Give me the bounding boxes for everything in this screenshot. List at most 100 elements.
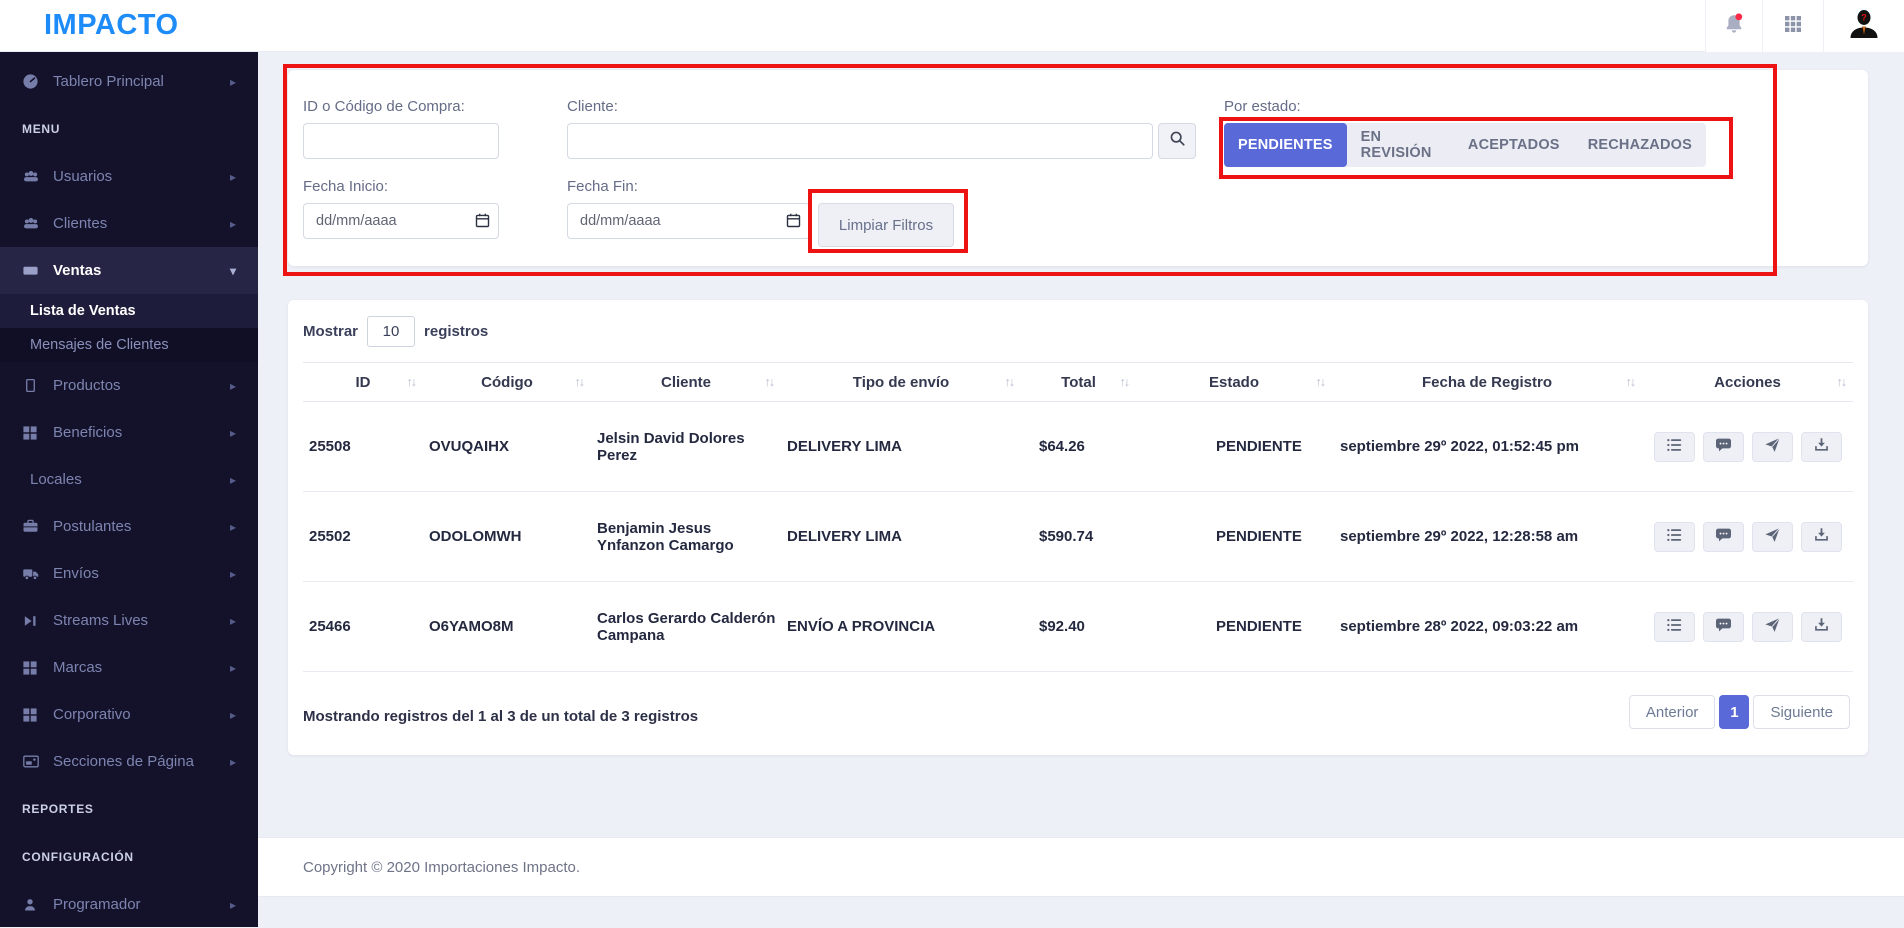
comments-button[interactable] [1702,521,1744,552]
sidebar-item-locales[interactable]: Locales ▸ [0,456,258,503]
download-icon [1812,616,1831,637]
sidebar-item-label: Clientes [53,215,108,232]
estado-tab-3[interactable]: RECHAZADOS [1574,123,1706,167]
column-header-tipo[interactable]: Tipo de envío ↑↓ [781,363,1021,401]
sidebar-item-label: Streams Lives [53,612,149,629]
cell-estado: PENDIENTE [1136,618,1332,635]
cell-codigo-value: ODOLOMWH [429,528,522,545]
sidebar-item-beneficios[interactable]: Beneficios ▸ [0,409,258,456]
sidebar-subitem-mensajes-de-clientes[interactable]: Mensajes de Clientes [0,328,258,362]
column-header-fecha[interactable]: Fecha de Registro ↑↓ [1332,363,1642,401]
id-codigo-input[interactable] [303,123,499,159]
sidebar-item-usuarios[interactable]: Usuarios ▸ [0,153,258,200]
sidebar-section-label: REPORTES [22,802,94,816]
send-button[interactable] [1751,611,1793,642]
fecha-fin-label: Fecha Fin: [567,178,638,195]
send-icon [1763,616,1782,637]
column-header-cliente[interactable]: Cliente ↑↓ [591,363,781,401]
bell-icon [1721,11,1747,42]
apps-menu-button[interactable] [1762,0,1823,52]
column-header-acciones[interactable]: Acciones ↑↓ [1642,363,1853,401]
cell-total-value: $92.40 [1039,618,1085,635]
sidebar-subitem-lista-de-ventas[interactable]: Lista de Ventas [0,294,258,328]
page-size-select[interactable]: 10 [367,316,416,347]
sidebar-item-tablero-principal[interactable]: Tablero Principal ▸ [0,58,258,105]
account-menu-button[interactable]: ? [1823,0,1904,52]
app-logo[interactable]: IMPACTO [44,9,179,42]
caret-down-icon: ▾ [229,263,236,278]
download-button[interactable] [1800,611,1842,642]
comments-button[interactable] [1702,431,1744,462]
view-details-button[interactable] [1653,521,1695,552]
cell-total: $590.74 [1021,528,1136,545]
person-icon [22,897,42,913]
apps-grid-icon [1782,13,1804,40]
pagination-page-1-button[interactable]: 1 [1719,695,1750,729]
send-button[interactable] [1751,431,1793,462]
estado-tab-label: RECHAZADOS [1587,137,1692,153]
sidebar-item-marcas[interactable]: Marcas ▸ [0,644,258,691]
sort-icon: ↑↓ [1315,375,1326,389]
sidebar-item-label: Programador [53,896,141,913]
cell-tipo_envio: DELIVERY LIMA [781,528,1021,545]
cell-estado-value: PENDIENTE [1216,618,1302,635]
cell-codigo-value: OVUQAIHX [429,438,510,455]
table-summary: Mostrando registros del 1 al 3 de un tot… [303,708,699,725]
download-button[interactable] [1800,431,1842,462]
view-details-button[interactable] [1653,431,1695,462]
estado-tab-label: PENDIENTES [1238,137,1333,153]
cell-estado: PENDIENTE [1136,528,1332,545]
comments-button[interactable] [1702,611,1744,642]
column-header-label: Cliente [660,373,711,391]
cell-id-value: 25466 [309,618,351,635]
limpiar-filtros-button[interactable]: Limpiar Filtros [818,203,954,247]
estado-tab-0[interactable]: PENDIENTES [1224,123,1347,167]
sidebar-item-corporativo[interactable]: Corporativo ▸ [0,691,258,738]
cell-cliente-value: Benjamin Jesus Ynfanzon Camargo [597,519,734,554]
column-header-total[interactable]: Total ↑↓ [1021,363,1136,401]
sidebar-item-label: Corporativo [53,706,131,723]
row-actions [1642,521,1853,552]
chat-icon [1714,616,1733,637]
cell-cliente: Carlos Gerardo Calderón Campana [591,610,781,644]
notifications-button[interactable] [1705,0,1762,52]
cell-fecha: septiembre 29º 2022, 12:28:58 am [1332,528,1642,545]
sidebar-item-label: Beneficios [53,424,123,441]
cliente-input[interactable] [567,123,1153,159]
fecha-inicio-input[interactable] [303,203,499,239]
row-actions [1642,431,1853,462]
sidebar-item-postulantes[interactable]: Postulantes ▸ [0,503,258,550]
sidebar-item-ventas[interactable]: Ventas ▾ [0,247,258,294]
column-header-id[interactable]: ID ↑↓ [303,363,423,401]
fecha-fin-field [567,203,810,239]
sales-table: ID ↑↓ Código ↑↓ Cliente ↑↓ Tipo de envío ↑↓ Tota… [303,362,1853,672]
sidebar-item-clientes[interactable]: Clientes ▸ [0,200,258,247]
search-button[interactable] [1158,123,1196,159]
pagination-prev-button[interactable]: Anterior [1628,695,1716,729]
pagination-next-button[interactable]: Siguiente [1753,695,1850,729]
sidebar-item-envios[interactable]: Envíos ▸ [0,550,258,597]
sidebar-item-secciones-de-pagina[interactable]: Secciones de Página ▸ [0,738,258,785]
sidebar-section-configuracion: CONFIGURACIÓN [0,833,258,881]
sidebar-item-programador[interactable]: Programador ▸ [0,881,258,928]
estado-tab-1[interactable]: EN REVISIÓN [1347,123,1454,167]
sidebar-item-productos[interactable]: Productos ▸ [0,362,258,409]
chevron-right-icon: ▸ [229,472,236,487]
cell-fecha-value: septiembre 28º 2022, 09:03:22 am [1340,618,1579,635]
cell-fecha-value: septiembre 29º 2022, 12:28:58 am [1340,528,1579,545]
view-details-button[interactable] [1653,611,1695,642]
list-icon [1664,616,1684,637]
sidebar-section-label: CONFIGURACIÓN [22,850,134,864]
fecha-fin-input[interactable] [567,203,810,239]
column-header-codigo[interactable]: Código ↑↓ [423,363,591,401]
grid-icon [22,707,42,723]
filter-panel: ID o Código de Compra: Cliente: Por esta… [288,70,1868,266]
download-button[interactable] [1800,521,1842,552]
send-button[interactable] [1751,521,1793,552]
column-header-estado[interactable]: Estado ↑↓ [1136,363,1332,401]
estado-tab-label: ACEPTADOS [1467,137,1560,153]
estado-tab-2[interactable]: ACEPTADOS [1454,123,1574,167]
sidebar-item-streams-lives[interactable]: Streams Lives ▸ [0,597,258,644]
column-header-label: Código [481,373,533,391]
por-estado-label: Por estado: [1224,98,1301,115]
